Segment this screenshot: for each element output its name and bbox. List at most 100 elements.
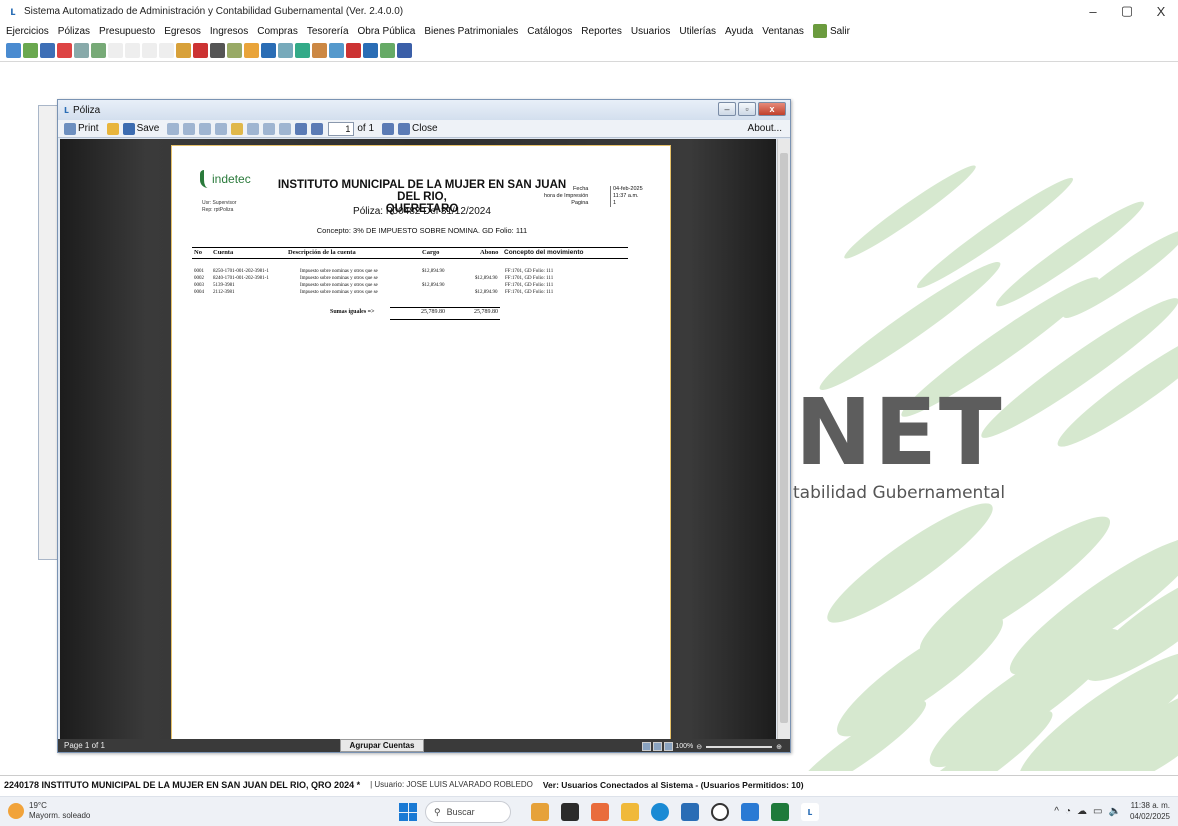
- store-icon[interactable]: [681, 803, 699, 821]
- viewer-vertical-scrollbar[interactable]: [777, 139, 790, 741]
- toolbar-button-icon[interactable]: [142, 43, 157, 58]
- menu-utilerias[interactable]: Utilerías: [679, 26, 716, 37]
- toolbar-button-icon[interactable]: [23, 43, 38, 58]
- menu-presupuesto[interactable]: Presupuesto: [99, 26, 155, 37]
- cloud-icon[interactable]: ☁: [1077, 806, 1087, 817]
- page-number-input[interactable]: 1: [328, 121, 355, 136]
- zoom-slider[interactable]: [706, 745, 773, 748]
- menu-ingresos[interactable]: Ingresos: [210, 26, 248, 37]
- toolbar-button-icon[interactable]: [295, 43, 310, 58]
- edge-icon[interactable]: [651, 803, 669, 821]
- email-icon[interactable]: [167, 122, 180, 135]
- view-multi-icon[interactable]: [664, 742, 674, 751]
- toolbar-button-icon[interactable]: [278, 43, 293, 58]
- menu-egresos[interactable]: Egresos: [164, 26, 201, 37]
- copilot-icon[interactable]: [531, 803, 549, 821]
- view-single-icon[interactable]: [642, 742, 652, 751]
- agrupar-cuentas-button[interactable]: Agrupar Cuentas: [340, 739, 424, 752]
- menu-bienes[interactable]: Bienes Patrimoniales: [424, 26, 518, 37]
- viewer-maximize-button[interactable]: ▫: [738, 102, 756, 116]
- weather-widget[interactable]: 19°C Mayorm. soleado: [8, 801, 90, 821]
- multi-page-icon[interactable]: [247, 122, 260, 135]
- toolbar-button-icon[interactable]: [6, 43, 21, 58]
- sistema-app-icon[interactable]: ʟ: [801, 803, 819, 821]
- sumas-label: Sumas iguales =>: [330, 309, 375, 315]
- viewer-minimize-button[interactable]: –: [718, 102, 736, 116]
- toolbar-button-icon[interactable]: [346, 43, 361, 58]
- toolbar-button-icon[interactable]: [312, 43, 327, 58]
- view-double-icon[interactable]: [653, 742, 663, 751]
- toolbar-button-icon[interactable]: [159, 43, 174, 58]
- maximize-button[interactable]: ▢: [1110, 0, 1144, 22]
- zoom-in-icon[interactable]: ⊕: [776, 743, 782, 751]
- menu-ejercicios[interactable]: Ejercicios: [6, 26, 49, 37]
- chevron-up-icon[interactable]: ^: [1054, 806, 1059, 817]
- viewer-app-icon: ʟ: [64, 104, 69, 116]
- toolbar-button-icon[interactable]: [193, 43, 208, 58]
- toolbar-button-icon[interactable]: [329, 43, 344, 58]
- toolbar-button-icon[interactable]: [380, 43, 395, 58]
- open-icon[interactable]: [106, 122, 119, 135]
- viewer-close-button[interactable]: x: [758, 102, 786, 116]
- minimize-button[interactable]: –: [1076, 0, 1110, 22]
- menu-usuarios[interactable]: Usuarios: [631, 26, 670, 37]
- dell-icon[interactable]: [711, 803, 729, 821]
- report-poliza: Póliza: P00482 Del 31/12/2024: [353, 206, 491, 217]
- toolbar-button-icon[interactable]: [397, 43, 412, 58]
- first-page-icon[interactable]: [295, 122, 308, 135]
- prev-page-icon[interactable]: [311, 122, 324, 135]
- menu-bar: Ejercicios Pólizas Presupuesto Egresos I…: [0, 22, 1178, 40]
- search-box[interactable]: ⚲ Buscar: [425, 801, 511, 823]
- single-page-icon[interactable]: [215, 122, 228, 135]
- menu-salir[interactable]: Salir: [830, 26, 850, 37]
- outlook-icon[interactable]: [741, 803, 759, 821]
- save-button[interactable]: Save: [137, 123, 160, 134]
- menu-reportes[interactable]: Reportes: [581, 26, 622, 37]
- toolbar-button-icon[interactable]: [176, 43, 191, 58]
- page-setup-icon[interactable]: [199, 122, 212, 135]
- volume-icon[interactable]: 🔈: [1109, 806, 1121, 817]
- toolbar-button-icon[interactable]: [244, 43, 259, 58]
- network-app-icon[interactable]: ◔: [1065, 806, 1071, 817]
- bookmark-icon[interactable]: [279, 122, 292, 135]
- menu-obra-publica[interactable]: Obra Pública: [358, 26, 416, 37]
- cell-concepto: FF:1701, GD Folio: 111: [505, 276, 554, 281]
- toolbar-button-icon[interactable]: [227, 43, 242, 58]
- report-viewer-window[interactable]: ʟ Póliza – ▫ x Print Save 1 of 1 Close A…: [57, 99, 791, 753]
- cell-abono: $12,894.90: [475, 276, 498, 281]
- find-icon[interactable]: [183, 122, 196, 135]
- status-connected-users[interactable]: Ver: Usuarios Conectados al Sistema - (U…: [543, 780, 804, 790]
- edit-icon[interactable]: [231, 122, 244, 135]
- excel-icon[interactable]: [771, 803, 789, 821]
- clock[interactable]: 11:38 a. m. 04/02/2025: [1130, 800, 1170, 822]
- start-icon[interactable]: [399, 803, 417, 821]
- toolbar-button-icon[interactable]: [210, 43, 225, 58]
- file-explorer-icon[interactable]: [621, 803, 639, 821]
- display-icon[interactable]: ▭: [1093, 806, 1102, 817]
- widgets-icon[interactable]: [591, 803, 609, 821]
- toolbar-button-icon[interactable]: [40, 43, 55, 58]
- scrollbar-thumb[interactable]: [780, 153, 788, 723]
- menu-catalogos[interactable]: Catálogos: [527, 26, 572, 37]
- close-button[interactable]: X: [1144, 0, 1178, 22]
- menu-polizas[interactable]: Pólizas: [58, 26, 90, 37]
- zoom-out-icon[interactable]: ⊖: [696, 743, 702, 751]
- next-page-icon[interactable]: [382, 122, 395, 135]
- menu-compras[interactable]: Compras: [257, 26, 298, 37]
- close-report-button[interactable]: Close: [412, 123, 438, 134]
- toolbar-button-icon[interactable]: [363, 43, 378, 58]
- thumbnail-icon[interactable]: [263, 122, 276, 135]
- toolbar-button-icon[interactable]: [91, 43, 106, 58]
- toolbar-button-icon[interactable]: [74, 43, 89, 58]
- toolbar-button-icon[interactable]: [57, 43, 72, 58]
- about-button[interactable]: About...: [748, 123, 782, 134]
- toolbar-button-icon[interactable]: [108, 43, 123, 58]
- last-page-icon[interactable]: [398, 122, 411, 135]
- menu-tesoreria[interactable]: Tesorería: [307, 26, 349, 37]
- print-button[interactable]: Print: [78, 123, 99, 134]
- toolbar-button-icon[interactable]: [125, 43, 140, 58]
- task-view-icon[interactable]: [561, 803, 579, 821]
- toolbar-button-icon[interactable]: [261, 43, 276, 58]
- menu-ventanas[interactable]: Ventanas: [762, 26, 804, 37]
- menu-ayuda[interactable]: Ayuda: [725, 26, 753, 37]
